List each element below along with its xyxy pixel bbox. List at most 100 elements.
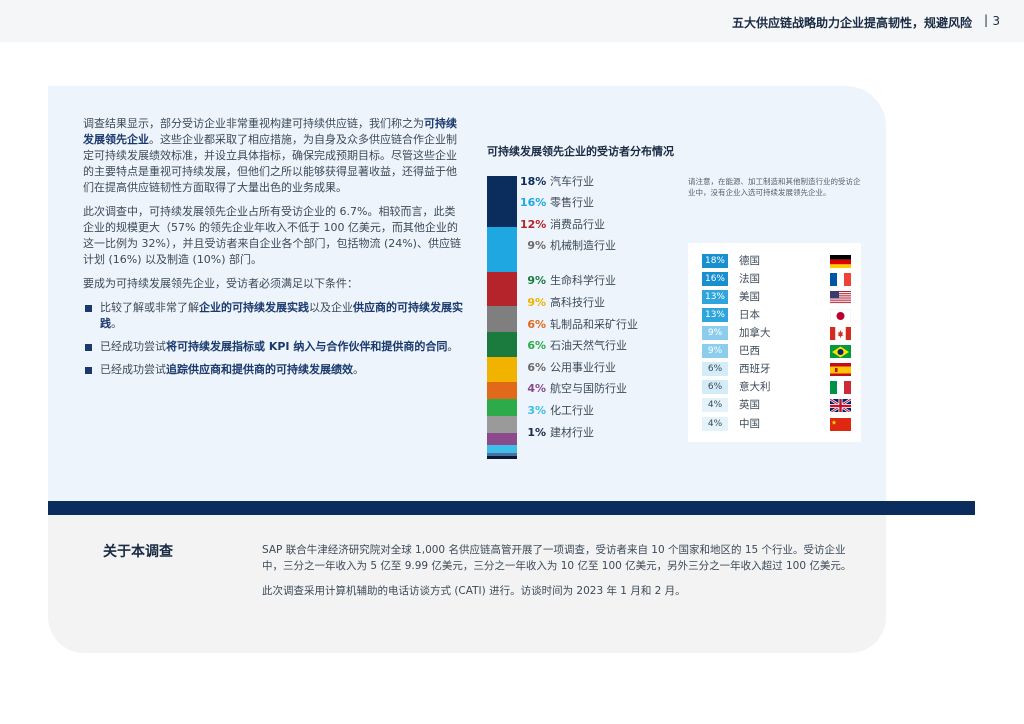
bar-segment (487, 357, 517, 383)
b3-end: 。 (353, 363, 364, 376)
bar-segment (487, 226, 517, 273)
data-label: 9% (527, 239, 546, 252)
legend-item: 3% 化工行业 (520, 403, 594, 419)
b3-text: 已经成功尝试 (100, 363, 166, 376)
b1-mid: 以及企业 (309, 301, 353, 314)
p1-text: 调查结果显示，部分受访企业非常重视构建可持续供应链，我们称之为 (83, 117, 424, 130)
country-name: 日本 (739, 309, 760, 321)
flag-cn-icon (830, 417, 851, 431)
b1-end: 。 (111, 317, 122, 330)
legend-item: 6% 石油天然气行业 (520, 338, 627, 354)
country-item: 9% 加拿大 (702, 324, 852, 342)
flag-de-icon (830, 254, 851, 268)
bullet-square-icon (85, 367, 92, 374)
intro-paragraph-1: 调查结果显示，部分受访企业非常重视构建可持续供应链，我们称之为可持续发展领先企业… (83, 116, 463, 196)
country-item: 9% 巴西 (702, 342, 852, 360)
header-separator: | (983, 13, 988, 27)
bar-baseline (487, 456, 517, 459)
country-percent-badge: 13% (702, 308, 728, 322)
category-label: 零售行业 (550, 196, 594, 209)
country-percent-badge: 4% (702, 398, 728, 412)
intro-text: 调查结果显示，部分受访企业非常重视构建可持续供应链，我们称之为可持续发展领先企业… (83, 116, 463, 385)
country-name: 英国 (739, 399, 760, 411)
b1-bold1: 企业的可持续发展实践 (199, 301, 309, 314)
data-label: 16% (520, 196, 547, 209)
b3-bold: 追踪供应商和提供商的可持续发展绩效 (166, 363, 353, 376)
category-label: 轧制品和采矿行业 (550, 318, 638, 331)
country-name: 中国 (739, 418, 760, 430)
about-paragraph-1: SAP 联合牛津经济研究院对全球 1,000 名供应链高管开展了一项调查，受访者… (262, 544, 852, 572)
chart-title: 可持续发展领先企业的受访者分布情况 (487, 145, 674, 158)
country-percent-badge: 13% (702, 290, 728, 304)
legend-item: 9% 高科技行业 (520, 295, 605, 311)
flag-fr-icon (830, 272, 851, 286)
country-percent-badge: 18% (702, 254, 728, 268)
b1-text: 比较了解或非常了解 (100, 301, 199, 314)
country-item: 18% 德国 (702, 252, 852, 270)
category-label: 航空与国防行业 (550, 382, 627, 395)
legend-item: 6% 公用事业行业 (520, 360, 616, 376)
category-label: 高科技行业 (550, 296, 605, 309)
b2-text: 已经成功尝试 (100, 340, 166, 353)
country-percent-badge: 6% (702, 362, 728, 376)
category-label: 化工行业 (550, 404, 594, 417)
bar-segment (487, 176, 517, 227)
category-label: 消费品行业 (550, 218, 605, 231)
data-label: 9% (527, 274, 546, 287)
data-label: 6% (527, 361, 546, 374)
about-paragraph-2: 此次调查采用计算机辅助的电话访谈方式 (CATI) 进行。访谈时间为 2023 … (262, 585, 686, 597)
legend-item: 6% 轧制品和采矿行业 (520, 317, 638, 333)
country-list: 18% 德国 16% 法国 13% 美国 13% 日本 9% 加拿大 9% 巴西 6% 西班牙 6% 意大利 4… (688, 243, 861, 442)
bar-segment (487, 272, 517, 307)
data-label: 1% (527, 426, 546, 439)
b2-end: 。 (447, 340, 459, 353)
intro-paragraph-3: 要成为可持续发展领先企业，受访者必须满足以下条件： (83, 277, 358, 290)
flag-br-icon (830, 344, 851, 358)
flag-es-icon (830, 362, 851, 376)
category-label: 汽车行业 (550, 175, 594, 188)
data-label: 6% (527, 339, 546, 352)
flag-jp-icon (830, 308, 851, 322)
country-percent-badge: 6% (702, 380, 728, 394)
country-percent-badge: 4% (702, 417, 728, 431)
country-name: 意大利 (739, 381, 771, 393)
country-item: 6% 意大利 (702, 378, 852, 396)
flag-ca-icon (830, 326, 851, 340)
legend-item: 9% 机械制造行业 (520, 238, 616, 254)
data-label: 18% (520, 175, 547, 188)
about-heading: 关于本调查 (103, 544, 173, 560)
bar-segment (487, 399, 517, 417)
page-header: 五大供应链战略助力企业提高韧性，规避风险 | 3 (0, 0, 1024, 42)
bar-segment (487, 331, 517, 357)
country-item: 13% 美国 (702, 288, 852, 306)
stacked-bar (487, 176, 517, 461)
criteria-item: 已经成功尝试追踪供应商和提供商的可持续发展绩效。 (83, 362, 463, 378)
data-label: 6% (527, 318, 546, 331)
country-item: 13% 日本 (702, 306, 852, 324)
bar-segment (487, 444, 517, 454)
bar-segment (487, 433, 517, 445)
category-label: 公用事业行业 (550, 361, 616, 374)
data-label: 4% (527, 382, 546, 395)
bar-segment (487, 416, 517, 434)
category-label: 机械制造行业 (550, 239, 616, 252)
category-label: 生命科学行业 (550, 274, 616, 287)
data-label: 3% (527, 404, 546, 417)
data-label: 9% (527, 296, 546, 309)
flag-us-icon (830, 290, 851, 304)
legend-item: 12% 消费品行业 (520, 217, 605, 233)
legend-item: 9% 生命科学行业 (520, 273, 616, 289)
data-label: 12% (520, 218, 547, 231)
legend-item: 4% 航空与国防行业 (520, 381, 627, 397)
header-title: 五大供应链战略助力企业提高韧性，规避风险 (731, 16, 972, 30)
page-number: 3 (992, 14, 1000, 28)
country-percent-badge: 9% (702, 326, 728, 340)
legend-item: 18% 汽车行业 (520, 174, 594, 190)
country-name: 法国 (739, 273, 760, 285)
bullet-square-icon (85, 344, 92, 351)
bar-segment (487, 382, 517, 400)
category-label: 石油天然气行业 (550, 339, 627, 352)
country-item: 4% 英国 (702, 396, 852, 414)
flag-it-icon (830, 380, 851, 394)
country-name: 美国 (739, 291, 760, 303)
